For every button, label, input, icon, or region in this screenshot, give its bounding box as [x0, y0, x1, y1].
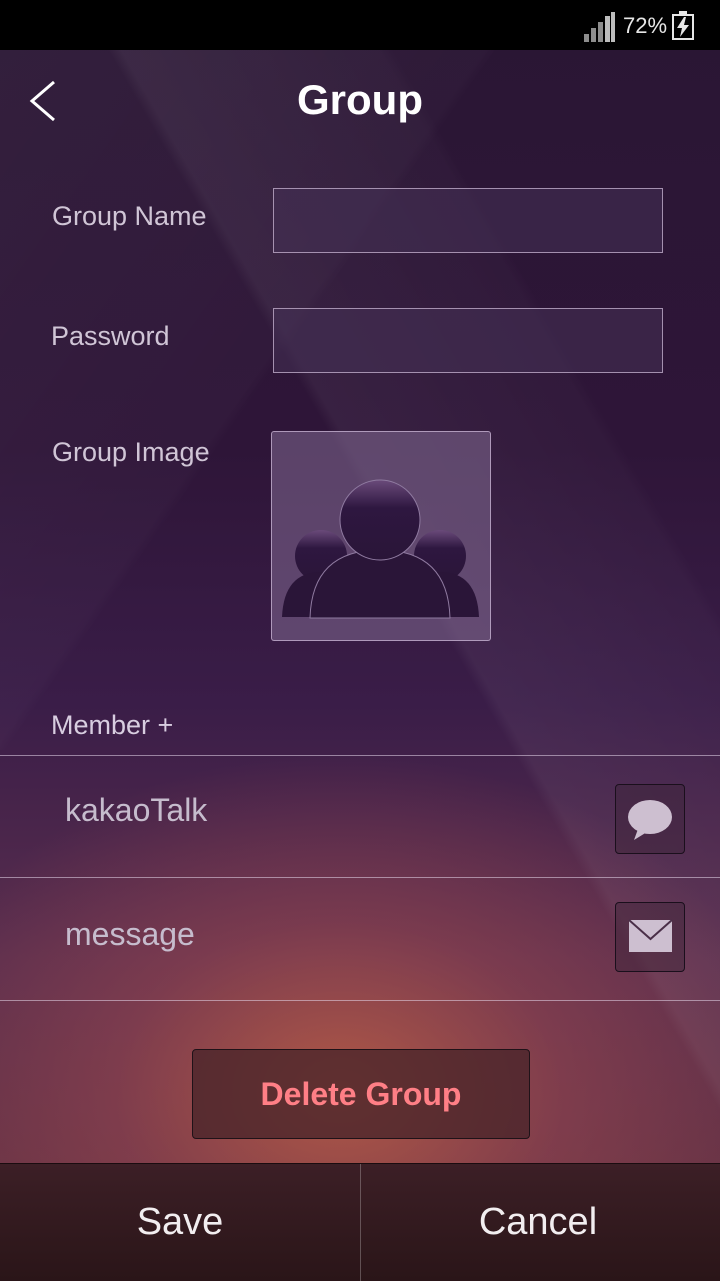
member-row-label: message [65, 916, 195, 952]
password-input[interactable] [273, 308, 663, 373]
group-image-picker[interactable] [271, 431, 491, 641]
member-row-label: kakaoTalk [65, 792, 208, 828]
group-name-input[interactable] [273, 188, 663, 253]
bottom-action-bar: Save Cancel [0, 1163, 720, 1281]
password-label: Password [51, 321, 170, 351]
member-row-message[interactable]: message [0, 877, 720, 1001]
status-bar: 72% [0, 0, 720, 50]
group-name-label: Group Name [52, 201, 207, 231]
page-title: Group [297, 76, 423, 123]
cancel-button[interactable]: Cancel [356, 1164, 720, 1281]
member-row-kakaotalk[interactable]: kakaoTalk [0, 755, 720, 878]
envelope-icon[interactable] [615, 902, 685, 972]
group-people-icon [282, 479, 479, 619]
signal-icon [584, 12, 616, 42]
delete-group-button[interactable]: Delete Group [192, 1049, 530, 1139]
battery-charging-icon [672, 11, 694, 40]
group-image-label: Group Image [52, 437, 210, 467]
member-add-label[interactable]: Member + [51, 710, 173, 741]
chat-bubble-icon[interactable] [615, 784, 685, 854]
battery-percent: 72% [623, 13, 668, 38]
save-button[interactable]: Save [0, 1164, 360, 1281]
